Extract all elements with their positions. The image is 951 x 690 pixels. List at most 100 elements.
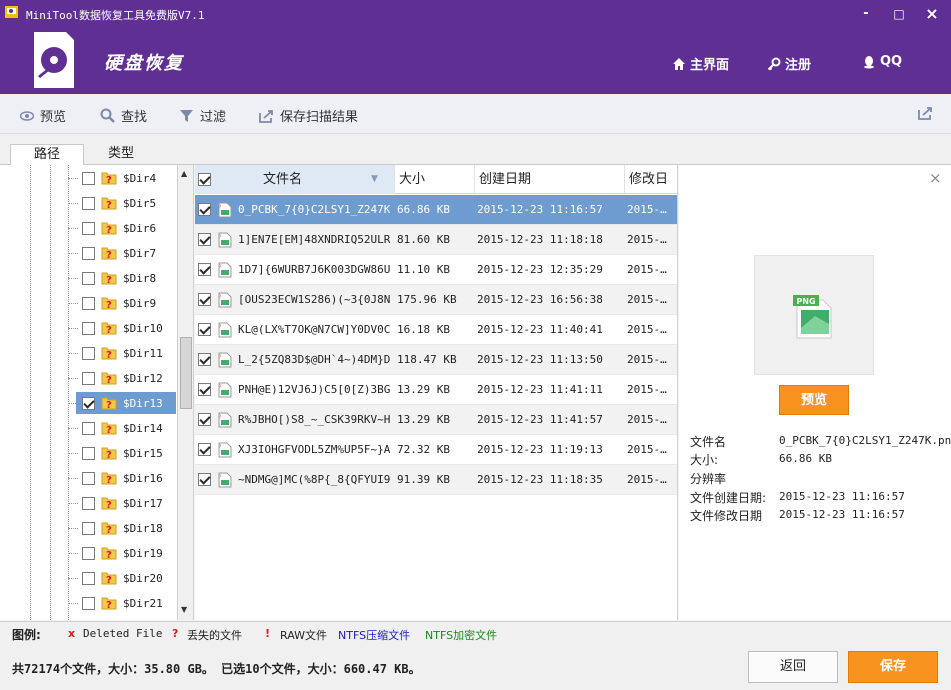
table-header: 文件名 ▼ 大小 创建日期 修改日期 — [195, 165, 677, 216]
tree-item[interactable]: ? $Dir19 — [76, 542, 176, 564]
column-name-label: 文件名 — [263, 172, 303, 187]
find-label: 查找 — [121, 110, 148, 125]
preview-button[interactable]: 预览 — [779, 385, 849, 415]
tree-item-checkbox[interactable] — [82, 296, 95, 310]
back-button[interactable]: 返回 — [748, 651, 838, 683]
row-checkbox[interactable] — [198, 323, 211, 336]
row-checkbox[interactable] — [198, 203, 211, 216]
tree-item-checkbox[interactable] — [82, 396, 95, 410]
tree-item[interactable]: ? $Dir4 — [76, 167, 176, 189]
svg-text:?: ? — [219, 474, 221, 479]
tree-item[interactable]: ? $Dir13 — [76, 392, 176, 414]
tree-item-checkbox[interactable] — [82, 521, 95, 535]
tree-item-checkbox[interactable] — [82, 171, 95, 185]
cell-modified: 2015-… — [627, 263, 667, 276]
scroll-down-arrow-icon[interactable]: ▼ — [181, 605, 187, 614]
tree-scrollbar[interactable]: ▲ ▼ — [178, 165, 194, 620]
tab-path[interactable]: 路径 — [10, 144, 84, 166]
tree-item-checkbox[interactable] — [82, 271, 95, 285]
row-checkbox[interactable] — [198, 443, 211, 456]
table-row[interactable]: ? XJ3IOHGFVODL5ZM%UP5F~}A 72.32 KB 2015-12-… — [195, 435, 677, 465]
lost-folder-icon: ? — [101, 497, 117, 511]
svg-text:?: ? — [106, 425, 112, 436]
table-row[interactable]: ? 1D7]{6WURB7J6K003DGW86U 11.10 KB 2015-12-… — [195, 255, 677, 285]
row-checkbox[interactable] — [198, 233, 211, 246]
tree-item[interactable]: ? $Dir11 — [76, 342, 176, 364]
tree-scrollbar-thumb[interactable] — [180, 337, 192, 409]
tree-item[interactable]: ? $Dir7 — [76, 242, 176, 264]
tree-item-checkbox[interactable] — [82, 321, 95, 335]
table-row[interactable]: ? L_2{5ZQ83D$@DH`4~)4DM}D 118.47 KB 2015-12… — [195, 345, 677, 375]
tree-item[interactable]: ? $Dir6 — [76, 217, 176, 239]
select-all-checkbox[interactable] — [198, 173, 211, 186]
filter-button[interactable]: 过滤 — [179, 106, 226, 125]
status-bar: 共72174个文件，大小：35.80 GB。 已选10个文件，大小：660.47… — [0, 645, 951, 690]
tree-item[interactable]: ? $Dir10 — [76, 317, 176, 339]
nav-home[interactable]: 主界面 — [672, 54, 729, 73]
column-header-modified[interactable]: 修改日期 — [625, 165, 677, 216]
table-row[interactable]: ? [OUS23ECW1S286)(~3{0J8N 175.96 KB 2015-12… — [195, 285, 677, 315]
table-row[interactable]: ? 1]EN7E[EM]48XNDRIQ52ULR 81.60 KB 2015-12-… — [195, 225, 677, 255]
tree-item-checkbox[interactable] — [82, 371, 95, 385]
tree-item[interactable]: ? $Dir12 — [76, 367, 176, 389]
cell-size: 16.18 KB — [397, 323, 450, 336]
row-checkbox[interactable] — [198, 263, 211, 276]
scroll-up-arrow-icon[interactable]: ▲ — [181, 169, 187, 178]
nav-register[interactable]: 注册 — [767, 54, 811, 73]
column-header-name[interactable]: 文件名 ▼ — [195, 165, 395, 194]
tree-item[interactable]: ? $Dir8 — [76, 267, 176, 289]
save-button[interactable]: 保存 — [848, 651, 938, 683]
cell-created: 2015-12-23 11:18:18 — [477, 233, 603, 246]
tree-item-checkbox[interactable] — [82, 221, 95, 235]
cell-filename: KL@(LX%T7OK@N7CW]Y0DV0C — [238, 323, 390, 336]
tree-item-checkbox[interactable] — [82, 596, 95, 610]
cell-modified: 2015-… — [627, 233, 667, 246]
tree-item-checkbox[interactable] — [82, 471, 95, 485]
tree-item[interactable]: ? $Dir16 — [76, 467, 176, 489]
row-checkbox[interactable] — [198, 413, 211, 426]
maximize-button[interactable]: □ — [889, 5, 909, 23]
tree-item[interactable]: ? $Dir18 — [76, 517, 176, 539]
row-checkbox[interactable] — [198, 353, 211, 366]
minimize-button[interactable]: - — [856, 5, 876, 23]
tree-item[interactable]: ? $Dir17 — [76, 492, 176, 514]
tree-item-checkbox[interactable] — [82, 421, 95, 435]
lost-folder-icon: ? — [101, 222, 117, 236]
close-button[interactable]: × — [922, 5, 942, 23]
table-row[interactable]: ? KL@(LX%T7OK@N7CW]Y0DV0C 16.18 KB 2015-12-… — [195, 315, 677, 345]
table-row[interactable]: ? 0_PCBK_7{0}C2LSY1_Z247K 66.86 KB 2015-12-… — [195, 195, 677, 225]
export-button[interactable] — [918, 106, 933, 120]
tree-item-checkbox[interactable] — [82, 196, 95, 210]
tree-item-checkbox[interactable] — [82, 546, 95, 560]
find-button[interactable]: 查找 — [100, 106, 147, 125]
tree-item-checkbox[interactable] — [82, 346, 95, 360]
tree-item[interactable]: ? $Dir21 — [76, 592, 176, 614]
cell-modified: 2015-… — [627, 293, 667, 306]
tree-item[interactable]: ? $Dir14 — [76, 417, 176, 439]
row-checkbox[interactable] — [198, 383, 211, 396]
row-checkbox[interactable] — [198, 293, 211, 306]
preview-tool-button[interactable]: 预览 — [20, 106, 66, 125]
column-header-created[interactable]: 创建日期 — [475, 165, 625, 194]
tree-item-checkbox[interactable] — [82, 571, 95, 585]
tree-item-checkbox[interactable] — [82, 246, 95, 260]
save-scan-button[interactable]: 保存扫描结果 — [259, 106, 358, 125]
tree-item[interactable]: ? $Dir9 — [76, 292, 176, 314]
table-row[interactable]: ? ~NDMG@]MC(%8P{_8{QFYUI9 91.39 KB 2015-12-… — [195, 465, 677, 495]
row-checkbox[interactable] — [198, 473, 211, 486]
svg-text:?: ? — [219, 324, 221, 329]
preview-close-icon[interactable]: × — [929, 169, 942, 187]
tree-item-label: $Dir5 — [123, 196, 157, 210]
table-row[interactable]: ? PNH@E)12VJ6J)C5[0[Z)3BG 13.29 KB 2015-12-… — [195, 375, 677, 405]
tree-item-checkbox[interactable] — [82, 496, 95, 510]
tree-item[interactable]: ? $Dir5 — [76, 192, 176, 214]
tree-item[interactable]: ? $Dir20 — [76, 567, 176, 589]
tab-type[interactable]: 类型 — [84, 144, 158, 166]
nav-qq[interactable]: QQ — [862, 54, 902, 69]
table-row[interactable]: ? R%JBHO[)S8_~_CSK39RKV~H 13.29 KB 2015-12-… — [195, 405, 677, 435]
tree-item[interactable]: ? $Dir15 — [76, 442, 176, 464]
nav-home-label: 主界面 — [690, 58, 730, 73]
tree-item-checkbox[interactable] — [82, 446, 95, 460]
column-header-size[interactable]: 大小 — [395, 165, 475, 194]
lost-folder-icon: ? — [101, 597, 117, 611]
